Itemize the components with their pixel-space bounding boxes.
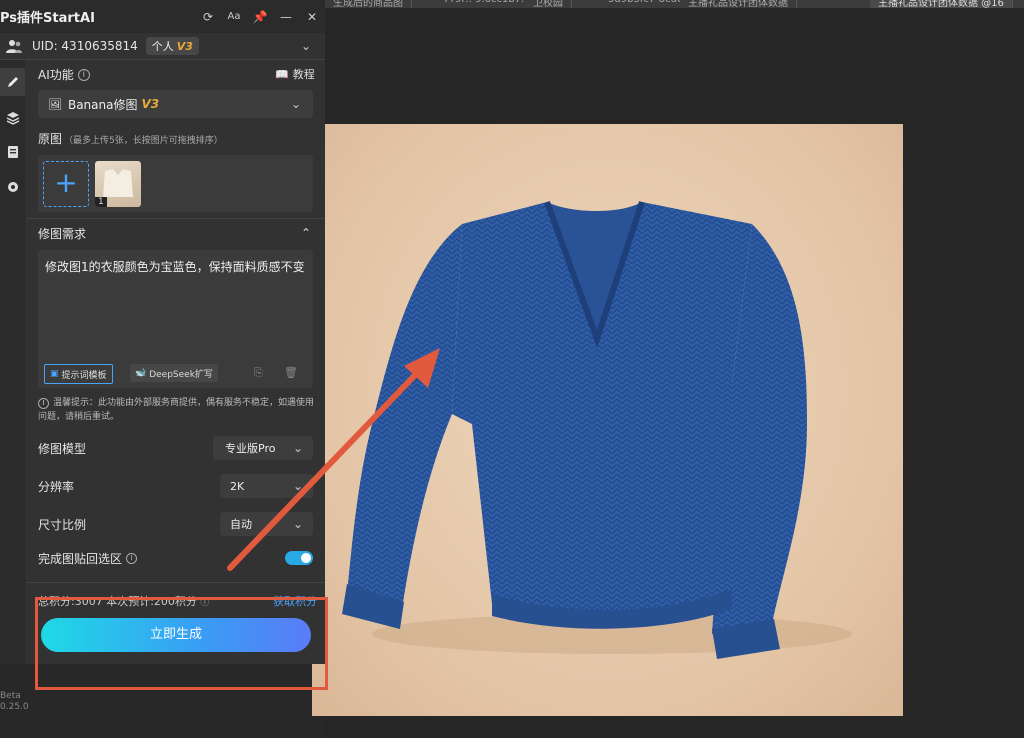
image-icon: 🖼 xyxy=(48,97,62,111)
chevron-up-icon[interactable]: ⌃ xyxy=(301,226,311,240)
clipboard-icon[interactable] xyxy=(4,143,21,160)
pin-icon[interactable]: 📌 xyxy=(247,10,273,24)
ratio-select[interactable]: 自动 ⌄ xyxy=(220,512,313,536)
document-tab-active[interactable]: 主播礼品设计团体数据 @16 xyxy=(870,0,1013,8)
document-tab[interactable]: 卫校园 xyxy=(525,0,572,8)
uid-text: UID: 4310635814 xyxy=(32,39,138,53)
document-tab[interactable]: 主播礼品设计团体数据 xyxy=(680,0,797,8)
chevron-down-icon: ⌄ xyxy=(292,517,303,531)
panel-title: Ps插件StartAI xyxy=(0,11,95,26)
book-icon: 📖 xyxy=(275,67,289,81)
divider xyxy=(27,582,325,583)
source-thumbnail[interactable]: 1 xyxy=(95,161,141,207)
font-size-button[interactable]: Aa xyxy=(221,11,247,22)
add-image-button[interactable]: + xyxy=(43,161,89,207)
minimize-icon[interactable]: — xyxy=(273,10,299,24)
trash-icon[interactable]: 🗑 xyxy=(284,366,298,379)
points-info: 总积分:3007 本次预计:200积分 ⓘ xyxy=(38,595,210,608)
plan-badge: 个人 V3 xyxy=(145,37,199,55)
ai-function-header: AI功能 i xyxy=(38,66,90,83)
info-icon: ⓘ xyxy=(200,598,210,608)
model-row: 修图模型 专业版Pro ⌄ xyxy=(38,435,313,461)
users-icon xyxy=(6,40,22,53)
get-points-link[interactable]: 获取积分 xyxy=(273,593,317,609)
prompt-template-button[interactable]: ▣ 提示词模板 xyxy=(44,364,113,384)
info-icon[interactable]: i xyxy=(77,68,90,81)
account-bar[interactable]: UID: 4310635814 个人 V3 ⌄ xyxy=(0,33,325,60)
chevron-down-icon: ⌄ xyxy=(292,479,303,493)
history-icon[interactable]: ⎘ xyxy=(254,366,263,380)
gear-icon[interactable] xyxy=(4,178,21,195)
panel-titlebar: Ps插件StartAI ⟳ Aa 📌 — ✕ xyxy=(0,0,325,33)
document-tab[interactable]: TT9F.. 9.6cc1b7.. xyxy=(435,0,537,8)
chevron-down-icon[interactable]: ⌄ xyxy=(301,39,311,53)
deepseek-expand-button[interactable]: 🐋 DeepSeek扩写 xyxy=(130,364,218,382)
info-icon: i xyxy=(38,398,49,409)
ratio-row: 尺寸比例 自动 ⌄ xyxy=(38,511,313,537)
document-tab-strip: 生成后的商品图 TT9F.. 9.6cc1b7.. 卫校园 5d9b3fc7-8… xyxy=(325,0,1024,8)
source-header: 原图 （最多上传5张，长按图片可拖拽排序） xyxy=(38,132,223,146)
model-select[interactable]: 专业版Pro ⌄ xyxy=(213,436,313,460)
sweater-illustration xyxy=(342,200,852,659)
ai-function-select[interactable]: 🖼 Banana修图 V3 ⌄ xyxy=(38,90,313,118)
edit-tool-icon[interactable] xyxy=(0,68,25,96)
paste-back-toggle[interactable] xyxy=(285,551,313,565)
request-header[interactable]: 修图需求 ⌃ xyxy=(27,218,325,247)
resolution-row: 分辨率 2K ⌄ xyxy=(38,473,313,499)
version-label: Beta 0.25.0 xyxy=(0,691,29,712)
canvas-image[interactable] xyxy=(312,124,903,716)
thumbnail-index: 1 xyxy=(95,197,107,207)
panel-sidebar: Beta 0.25.0 xyxy=(0,60,29,712)
service-notice: i 温馨提示：此功能由外部服务商提供，偶有服务不稳定，如遇使用问题，请稍后重试。 xyxy=(38,398,315,422)
document-tab[interactable]: 5d9b3fc7-8cd0 xyxy=(600,0,693,8)
close-icon[interactable]: ✕ xyxy=(299,10,325,24)
resolution-select[interactable]: 2K ⌄ xyxy=(220,474,313,498)
ai-function-label: AI功能 xyxy=(38,68,74,82)
document-tab[interactable]: 生成后的商品图 xyxy=(325,0,412,8)
paste-back-row: 完成图贴回选区 i xyxy=(38,545,313,571)
startai-plugin-panel: Ps插件StartAI ⟳ Aa 📌 — ✕ UID: 4310635814 个… xyxy=(0,0,325,712)
info-icon: i xyxy=(126,552,138,564)
chevron-down-icon: ⌄ xyxy=(290,97,301,111)
request-textarea[interactable]: 修改图1的衣服颜色为宝蓝色，保持面料质感不变 ▣ 提示词模板 🐋 DeepSeek扩… xyxy=(38,250,313,388)
chevron-down-icon: ⌄ xyxy=(292,441,303,455)
generate-button[interactable]: 立即生成 xyxy=(41,618,311,652)
refresh-icon[interactable]: ⟳ xyxy=(195,10,221,24)
layers-icon[interactable] xyxy=(4,109,21,126)
tutorial-link[interactable]: 📖 教程 xyxy=(275,66,315,82)
source-upload-area[interactable]: + 1 xyxy=(38,155,313,212)
